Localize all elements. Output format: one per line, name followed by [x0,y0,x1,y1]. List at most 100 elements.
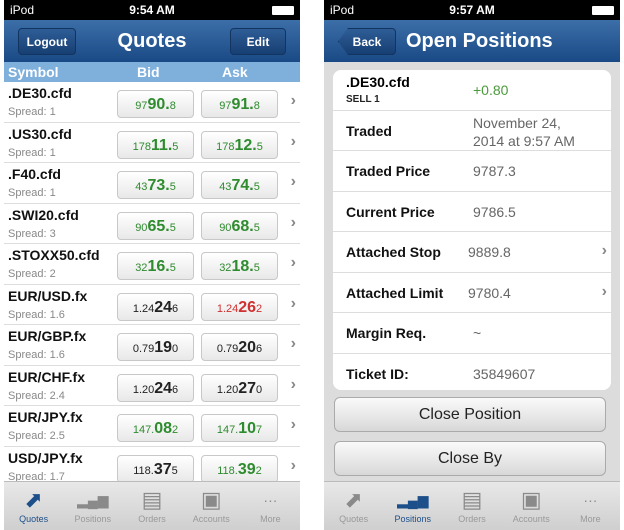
ask-button[interactable]: 1.20270 [201,373,278,402]
quote-row[interactable]: .F40.cfd Spread: 1 4373.5 4374.5 › [4,163,300,204]
symbol: USD/JPY.fx [8,449,83,466]
ask-button[interactable]: 9791.8 [201,90,278,118]
spread: Spread: 1.6 [8,349,65,361]
ask-fraction: 2 [255,464,262,477]
spread: Spread: 2.4 [8,389,65,402]
bid-button[interactable]: 0.79190 [117,333,194,361]
quotes-list: .DE30.cfd Spread: 1 9790.8 9791.8 › .US30.cfd… [4,82,300,487]
bid-prefix: 178 [132,140,151,153]
bid-pips: 24 [154,379,173,397]
symbol: EUR/CHF.fx [8,368,86,385]
edit-button[interactable]: Edit [230,28,286,55]
ask-pips: 91. [231,96,254,113]
ask-button[interactable]: 1.24262 [201,292,278,321]
detail-label: Margin Req. [346,325,427,341]
ask-button[interactable]: 3218.5 [201,252,278,280]
quote-row[interactable]: .SWI20.cfd Spread: 3 9065.5 9068.5 › [4,204,300,244]
bid-prefix: 90 [135,221,148,234]
ask-pips: 20 [238,339,257,356]
bid-button[interactable]: 9065.5 [117,211,194,240]
tab-orders[interactable]: ▤ Orders [122,482,181,530]
quote-row[interactable]: EUR/CHF.fx Spread: 2.4 1.20246 1.20270 › [4,366,300,406]
ask-button[interactable]: 9068.5 [201,211,278,240]
ask-fraction: 5 [253,221,260,234]
tab-positions[interactable]: ▂▄▆ Positions [383,482,442,530]
chevron-right-icon[interactable]: › [291,457,296,475]
quote-row[interactable]: EUR/USD.fx Spread: 1.6 1.24246 1.24262 › [4,285,300,325]
ask-pips: 68. [231,217,254,235]
close-by-button[interactable]: Close By [334,441,606,476]
chevron-right-icon[interactable]: › [602,283,607,301]
bid-button[interactable]: 147.082 [117,414,194,442]
bid-button[interactable]: 118.375 [117,454,194,483]
tab-label: Positions [74,514,112,524]
bid-prefix: 32 [135,262,148,274]
bid-button[interactable]: 1.24246 [117,292,194,321]
tab-label: More [580,514,601,524]
quotes-arrows-icon: ⬈ [24,487,43,512]
chevron-right-icon[interactable]: › [291,214,296,232]
status-bar: iPod 9:57 AM [324,0,620,20]
quote-row[interactable]: EUR/GBP.fx Spread: 1.6 0.79190 0.79206 › [4,325,300,366]
detail-label: Ticket ID: [346,365,409,382]
back-button[interactable]: Back [338,28,396,55]
id-badge-icon: ▣ [200,487,222,512]
chevron-right-icon[interactable]: › [602,242,607,260]
tab-label: Positions [394,514,432,524]
status-bar: iPod 9:54 AM [4,0,300,20]
logout-button[interactable]: Logout [18,28,76,55]
detail-value: 35849607 [473,365,536,382]
ask-button[interactable]: 4374.5 [201,171,278,199]
bid-pips: 08 [154,420,173,437]
bid-fraction: 5 [172,140,179,153]
bid-button[interactable]: 4373.5 [117,171,194,199]
quote-row[interactable]: EUR/JPY.fx Spread: 2.5 147.082 147.107 › [4,406,300,447]
tab-quotes[interactable]: ⬈ Quotes [4,482,63,530]
ask-pips: 27 [238,379,257,397]
bid-button[interactable]: 3216.5 [117,252,194,280]
id-badge-icon: ▣ [520,487,542,512]
chevron-right-icon[interactable]: › [291,133,296,151]
tab-accounts[interactable]: ▣ Accounts [502,482,561,530]
detail-row[interactable]: Attached Limit 9780.4 › [333,273,611,313]
tab-accounts[interactable]: ▣ Accounts [182,482,241,530]
chevron-right-icon[interactable]: › [291,376,296,394]
detail-value: 9889.8 [468,244,511,260]
detail-label: Attached Limit [346,284,444,301]
close-position-button[interactable]: Close Position [334,397,606,432]
quote-row[interactable]: .US30.cfd Spread: 1 17811.5 17812.5 › [4,123,300,163]
tab-more[interactable]: ··· More [561,482,620,530]
ask-pips: 26 [238,298,257,316]
bid-button[interactable]: 1.20246 [117,373,194,402]
chevron-right-icon[interactable]: › [291,92,296,110]
chevron-right-icon[interactable]: › [291,173,296,191]
chevron-right-icon[interactable]: › [291,335,296,353]
detail-row[interactable]: Attached Stop 9889.8 › [333,232,611,273]
symbol: .STOXX50.cfd [8,247,100,263]
chevron-right-icon[interactable]: › [291,295,296,313]
tab-more[interactable]: ··· More [241,482,300,530]
ask-fraction: 0 [256,383,263,396]
tab-label: More [260,514,281,524]
page-title: Open Positions [406,29,553,52]
quote-row[interactable]: .DE30.cfd Spread: 1 9790.8 9791.8 › [4,82,300,123]
more-dots-icon: ··· [583,492,598,508]
ask-button[interactable]: 0.79206 [201,333,278,361]
ask-button[interactable]: 147.107 [201,414,278,442]
quote-row[interactable]: .STOXX50.cfd Spread: 2 3216.5 3218.5 › [4,244,300,285]
ask-fraction: 6 [256,343,263,355]
chevron-right-icon[interactable]: › [291,416,296,434]
tab-positions[interactable]: ▂▄▆ Positions [63,482,122,530]
detail-row: Traded November 24, 2014 at 9:57 AM [333,111,611,151]
tab-orders[interactable]: ▤ Orders [442,482,501,530]
tab-quotes[interactable]: ⬈ Quotes [324,482,383,530]
ask-button[interactable]: 17812.5 [201,130,278,159]
bid-button[interactable]: 17811.5 [117,130,194,159]
chevron-right-icon[interactable]: › [291,254,296,272]
ask-button[interactable]: 118.392 [201,454,278,483]
ask-fraction: 8 [253,100,260,112]
bid-prefix: 1.24 [132,302,155,315]
bid-pips: 19 [154,339,173,356]
bid-fraction: 5 [169,221,176,234]
bid-button[interactable]: 9790.8 [117,90,194,118]
